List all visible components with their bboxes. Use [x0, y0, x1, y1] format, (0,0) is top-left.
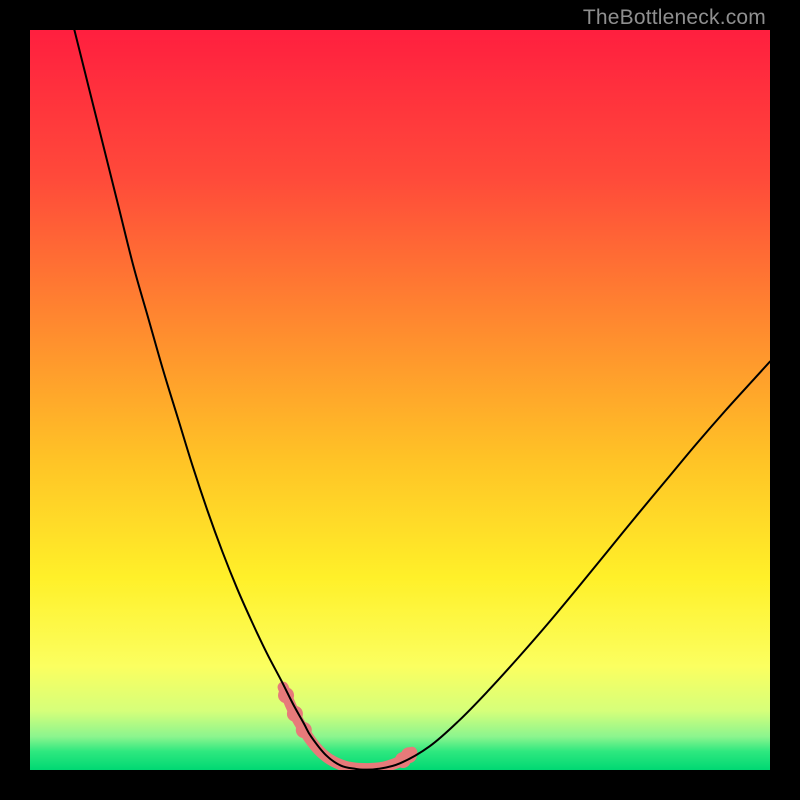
- plot-area: [30, 30, 770, 770]
- watermark-text: TheBottleneck.com: [583, 6, 766, 30]
- highlight-dots: [278, 687, 417, 768]
- curve-layer: [30, 30, 770, 770]
- chart-frame: TheBottleneck.com: [0, 0, 800, 800]
- main-curve: [74, 30, 770, 770]
